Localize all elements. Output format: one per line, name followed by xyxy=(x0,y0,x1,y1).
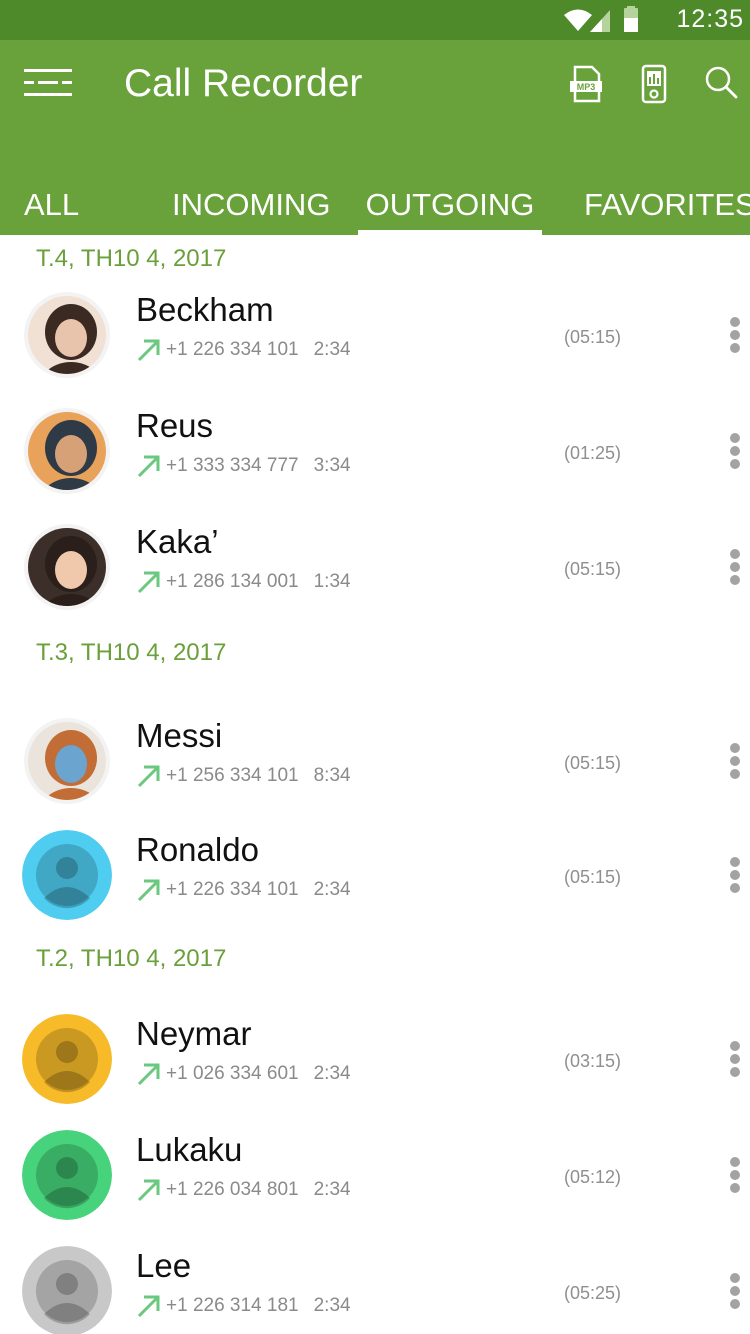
call-time: 2:34 xyxy=(313,879,351,900)
phone-number: +1 226 314 181 xyxy=(166,1295,299,1316)
player-button[interactable] xyxy=(634,64,674,104)
call-time: 1:34 xyxy=(313,571,351,592)
avatar xyxy=(24,524,110,610)
contact-name: Lee xyxy=(136,1247,192,1284)
svg-text:MP3: MP3 xyxy=(577,82,596,92)
player-icon xyxy=(641,64,667,104)
outgoing-arrow-icon xyxy=(137,571,160,594)
menu-button[interactable] xyxy=(22,62,78,106)
outgoing-arrow-icon xyxy=(137,1295,160,1318)
call-details: +1 286 134 001 1:34 xyxy=(136,567,351,597)
avatar xyxy=(22,1014,112,1104)
call-time: 2:34 xyxy=(313,1179,351,1200)
call-duration: (05:25) xyxy=(564,1283,622,1303)
battery-icon xyxy=(624,6,638,32)
date-header: T.4, TH10 4, 2017 xyxy=(36,245,227,272)
more-options-icon[interactable] xyxy=(722,549,748,589)
avatar xyxy=(22,1246,112,1334)
avatar xyxy=(24,292,110,378)
call-time: 3:34 xyxy=(313,455,351,476)
call-time: 2:34 xyxy=(313,339,351,360)
contact-name: Beckham xyxy=(136,291,274,328)
signal-icon xyxy=(590,10,610,32)
call-details: +1 333 334 777 3:34 xyxy=(136,451,351,481)
contact-name: Ronaldo xyxy=(136,831,259,868)
mp3-icon: MP3 xyxy=(570,65,602,103)
more-options-icon[interactable] xyxy=(722,433,748,473)
contact-name: Reus xyxy=(136,407,214,444)
call-row[interactable]: Lukaku +1 226 034 801 2:34 (05:12) xyxy=(0,1123,750,1233)
tab-all[interactable]: ALL xyxy=(24,180,79,235)
search-button[interactable] xyxy=(702,64,742,104)
status-bar: 12:35 xyxy=(0,0,750,40)
call-details: +1 226 334 101 2:34 xyxy=(136,875,351,905)
app-bar: Call Recorder MP3 ALL INCOMING OUTGOING … xyxy=(0,40,750,235)
call-details: +1 226 314 181 2:34 xyxy=(136,1291,351,1321)
tab-incoming[interactable]: INCOMING xyxy=(172,180,330,235)
status-time: 12:35 xyxy=(676,5,744,33)
call-details: +1 226 034 801 2:34 xyxy=(136,1175,351,1205)
date-header: T.3, TH10 4, 2017 xyxy=(36,639,227,666)
tab-bar: ALL INCOMING OUTGOING FAVORITES xyxy=(0,180,750,235)
avatar xyxy=(22,830,112,920)
tab-favorites[interactable]: FAVORITES xyxy=(584,180,750,235)
call-duration: (05:15) xyxy=(564,327,622,347)
call-details: +1 026 334 601 2:34 xyxy=(136,1059,351,1089)
phone-number: +1 333 334 777 xyxy=(166,455,299,476)
call-duration: (05:12) xyxy=(564,1167,622,1187)
call-time: 8:34 xyxy=(313,765,351,786)
phone-number: +1 026 334 601 xyxy=(166,1063,299,1084)
outgoing-arrow-icon xyxy=(137,765,160,788)
call-row[interactable]: Kaka’ +1 286 134 001 1:34 (05:15) xyxy=(0,515,750,625)
contact-name: Neymar xyxy=(136,1015,252,1052)
call-time: 2:34 xyxy=(313,1295,351,1316)
more-options-icon[interactable] xyxy=(722,1157,748,1197)
call-row[interactable]: Messi +1 256 334 101 8:34 (05:15) xyxy=(0,709,750,819)
more-options-icon[interactable] xyxy=(722,743,748,783)
call-row[interactable]: Reus +1 333 334 777 3:34 (01:25) xyxy=(0,399,750,509)
avatar xyxy=(24,718,110,804)
outgoing-arrow-icon xyxy=(137,1063,160,1086)
contact-name: Kaka’ xyxy=(136,523,219,560)
call-duration: (05:15) xyxy=(564,753,622,773)
more-options-icon[interactable] xyxy=(722,1273,748,1313)
more-options-icon[interactable] xyxy=(722,857,748,897)
call-row[interactable]: Neymar +1 026 334 601 2:34 (03:15) xyxy=(0,1007,750,1117)
outgoing-arrow-icon xyxy=(137,339,160,362)
outgoing-arrow-icon xyxy=(137,455,160,478)
contact-name: Messi xyxy=(136,717,223,754)
tab-outgoing[interactable]: OUTGOING xyxy=(358,180,542,235)
more-options-icon[interactable] xyxy=(722,1041,748,1081)
search-icon xyxy=(705,66,738,99)
phone-number: +1 226 034 801 xyxy=(166,1179,299,1200)
call-duration: (03:15) xyxy=(564,1051,622,1071)
call-row[interactable]: Beckham +1 226 334 101 2:34 (05:15) xyxy=(0,283,750,393)
call-duration: (05:15) xyxy=(564,867,622,887)
outgoing-arrow-icon xyxy=(137,879,160,902)
outgoing-arrow-icon xyxy=(137,1179,160,1202)
page-title: Call Recorder xyxy=(124,62,363,105)
selected-tab-indicator xyxy=(358,230,542,235)
avatar xyxy=(24,408,110,494)
status-icons xyxy=(562,6,648,34)
contact-name: Lukaku xyxy=(136,1131,243,1168)
wifi-icon xyxy=(564,9,592,31)
menu-icon xyxy=(24,69,72,96)
phone-number: +1 256 334 101 xyxy=(166,765,299,786)
call-details: +1 226 334 101 2:34 xyxy=(136,335,351,365)
call-time: 2:34 xyxy=(313,1063,351,1084)
avatar xyxy=(22,1130,112,1220)
call-duration: (01:25) xyxy=(564,443,622,463)
call-details: +1 256 334 101 8:34 xyxy=(136,761,351,791)
date-header: T.2, TH10 4, 2017 xyxy=(36,945,227,972)
phone-number: +1 226 334 101 xyxy=(166,339,299,360)
call-row[interactable]: Ronaldo +1 226 334 101 2:34 (05:15) xyxy=(0,823,750,933)
phone-number: +1 286 134 001 xyxy=(166,571,299,592)
call-row[interactable]: Lee +1 226 314 181 2:34 (05:25) xyxy=(0,1239,750,1334)
mp3-button[interactable]: MP3 xyxy=(566,64,606,104)
call-duration: (05:15) xyxy=(564,559,622,579)
more-options-icon[interactable] xyxy=(722,317,748,357)
phone-number: +1 226 334 101 xyxy=(166,879,299,900)
